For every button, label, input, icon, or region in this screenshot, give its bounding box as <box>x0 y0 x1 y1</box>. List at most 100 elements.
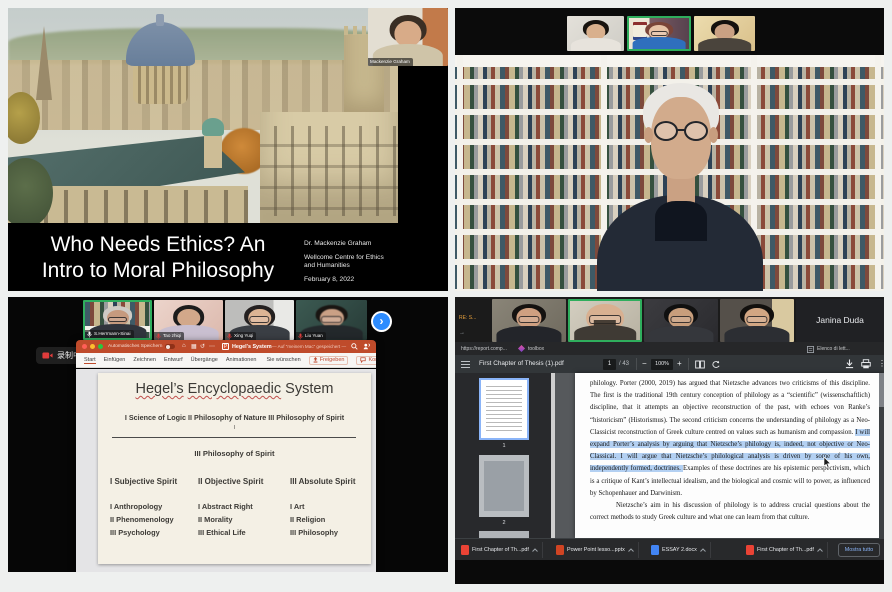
participant-tile-liu[interactable]: Liu Yuan <box>296 300 367 340</box>
zoom-in-button[interactable]: + <box>677 359 682 368</box>
browser-tab-label[interactable]: RE: S... <box>459 315 476 321</box>
ppt-ribbon: Start Einfügen Zeichnen Entwurf Übergäng… <box>76 353 376 368</box>
download-chip-4[interactable]: First Chapter of Th...pdf <box>742 542 828 558</box>
slide-title-block: Who Needs Ethics? An Intro to Moral Phil… <box>20 232 296 284</box>
downloads-bar: First Chapter of Th...pdf Power Point le… <box>455 538 884 560</box>
chevron-up-icon[interactable] <box>628 548 634 552</box>
speaker-name-label: Mackenzie Graham <box>368 58 413 66</box>
toolbar-divider <box>636 358 637 370</box>
participant-tile-d[interactable] <box>720 299 794 342</box>
rotate-icon[interactable] <box>711 360 721 369</box>
sidebar-toggle-icon[interactable] <box>461 361 470 368</box>
participant-tile-2-active[interactable] <box>627 16 691 51</box>
window-title: Hegel's System <box>232 344 272 350</box>
slide-top-line: I Science of Logic II Philosophy of Natu… <box>98 413 371 422</box>
home-icon[interactable]: ⌂ <box>182 343 186 349</box>
zoom-level-input[interactable]: 100% <box>651 359 673 370</box>
sidebar-scrollbar[interactable] <box>551 373 555 538</box>
participant-tile-3[interactable] <box>694 16 755 51</box>
download-chip-3[interactable]: ESSAY 2.docx <box>647 542 711 558</box>
forward-arrow-icon[interactable]: → <box>459 330 465 336</box>
page-thumbnail-2[interactable] <box>479 455 529 517</box>
toolbar-divider <box>688 358 689 370</box>
undo-icon[interactable]: ↺ <box>200 343 205 350</box>
participant-tile-tao[interactable]: Tao zhiqi <box>154 300 223 340</box>
gallery-next-button[interactable]: › <box>373 313 390 330</box>
participant-avatar <box>694 16 755 51</box>
download-chip-1[interactable]: First Chapter of Th...pdf <box>457 542 543 558</box>
slide-credits: Dr. Mackenzie Graham Wellcome Centre for… <box>304 240 424 284</box>
share-user-icon[interactable] <box>363 343 370 350</box>
ellipsis-icon[interactable]: ⋯ <box>209 343 215 350</box>
scholar-ear-left <box>644 127 653 143</box>
ppt-titlebar: Automatisches Speichern ⌂ ▦ ↺ ⋯ P Hegel'… <box>76 340 376 353</box>
tab-einfuegen[interactable]: Einfügen <box>104 357 126 363</box>
comment-bubble-icon <box>360 357 366 363</box>
dome-lantern <box>156 14 164 26</box>
col3-heading: III Absolute Spirit <box>290 475 355 488</box>
credit-date: February 8, 2022 <box>304 276 424 284</box>
show-all-downloads-button[interactable]: Mostra tutto <box>838 543 880 557</box>
tab-entwurf[interactable]: Entwurf <box>164 357 183 363</box>
page-thumbnail-content <box>486 386 522 432</box>
mic-icon <box>87 331 92 338</box>
participant-name-label: Tao zhiqi <box>154 332 184 340</box>
reading-list-label[interactable]: Elenco di lett... <box>817 346 850 352</box>
participant-tile-janina-video-off[interactable]: Janina Duda <box>796 299 884 342</box>
participant-avatar <box>492 299 566 342</box>
more-vertical-icon[interactable]: ⋮ <box>878 359 884 368</box>
bookmark-report-link[interactable]: https://report.comp... <box>461 346 507 352</box>
tab-zeichnen[interactable]: Zeichnen <box>133 357 156 363</box>
participant-tile-xing[interactable]: Xing Yuqi <box>225 300 294 340</box>
pdf-file-icon <box>461 545 469 555</box>
chevron-up-icon[interactable] <box>700 548 706 552</box>
participant-tile-1[interactable] <box>567 16 624 51</box>
tab-uebergaenge[interactable]: Übergänge <box>191 357 218 363</box>
download-icon[interactable] <box>845 359 854 369</box>
slide-divider <box>112 437 356 438</box>
powerpoint-window: Automatisches Speichern ⌂ ▦ ↺ ⋯ P Hegel'… <box>76 340 376 572</box>
page-thumbnail-1-label: 1 <box>479 443 529 449</box>
green-cupola <box>202 118 224 136</box>
reading-list-icon <box>807 346 814 353</box>
hills <box>8 28 398 64</box>
zoom-out-button[interactable]: − <box>642 359 647 368</box>
shelf-upright <box>457 55 463 291</box>
participant-tile-a[interactable] <box>492 299 566 342</box>
panel-thesis-review: RE: S... → – ▢ Janina Duda https: <box>455 297 884 584</box>
comments-button[interactable]: Kommentare <box>356 356 376 365</box>
speaker-video-tile[interactable]: Mackenzie Graham <box>368 8 448 66</box>
download-chip-2[interactable]: Power Point lesso...pptx <box>552 542 639 558</box>
tab-start[interactable]: Start <box>84 357 96 364</box>
thesis-text-pre: philology. Porter (2000, 2019) has argue… <box>590 380 870 436</box>
search-icon[interactable] <box>351 343 358 350</box>
participant-avatar <box>629 18 689 49</box>
print-icon[interactable] <box>861 359 871 369</box>
participant-tile-b-active[interactable] <box>568 299 642 342</box>
ppt-app-icon: P <box>222 343 229 350</box>
credit-org2: and Humanities <box>304 262 424 270</box>
tell-me-label[interactable]: Sie wünschen <box>266 357 300 363</box>
tab-animationen[interactable]: Animationen <box>226 357 257 363</box>
page-thumbnail-3-partial[interactable] <box>479 531 529 538</box>
grid-icon[interactable]: ▦ <box>191 343 197 350</box>
col2-items: I Abstract Right II Morality III Ethical… <box>198 500 253 539</box>
page-number-input[interactable]: 1 <box>603 359 616 370</box>
share-button[interactable]: Freigeben <box>309 356 349 365</box>
participant-tile-herrmann[interactable]: S.Herrmann-Sinai <box>83 300 152 340</box>
fit-page-icon[interactable] <box>695 360 705 369</box>
autosave-toggle[interactable] <box>165 344 175 349</box>
green-cupola-tower <box>204 132 222 168</box>
zoom-window-button[interactable] <box>98 344 103 349</box>
participant-avatar <box>644 299 718 342</box>
close-window-button[interactable] <box>82 344 87 349</box>
bookmark-toolbox-link[interactable]: toolbox <box>528 346 544 352</box>
participant-tile-c[interactable] <box>644 299 718 342</box>
chevron-up-icon[interactable] <box>532 548 538 552</box>
page-thumbnail-1-selected[interactable] <box>479 378 529 440</box>
minimize-window-button[interactable] <box>90 344 95 349</box>
col1-items: I Anthropology II Phenomenology III Psyc… <box>110 500 174 539</box>
col2-heading: II Objective Spirit <box>198 475 263 488</box>
page-scrollbar[interactable] <box>879 373 884 538</box>
chevron-up-icon[interactable] <box>817 548 823 552</box>
